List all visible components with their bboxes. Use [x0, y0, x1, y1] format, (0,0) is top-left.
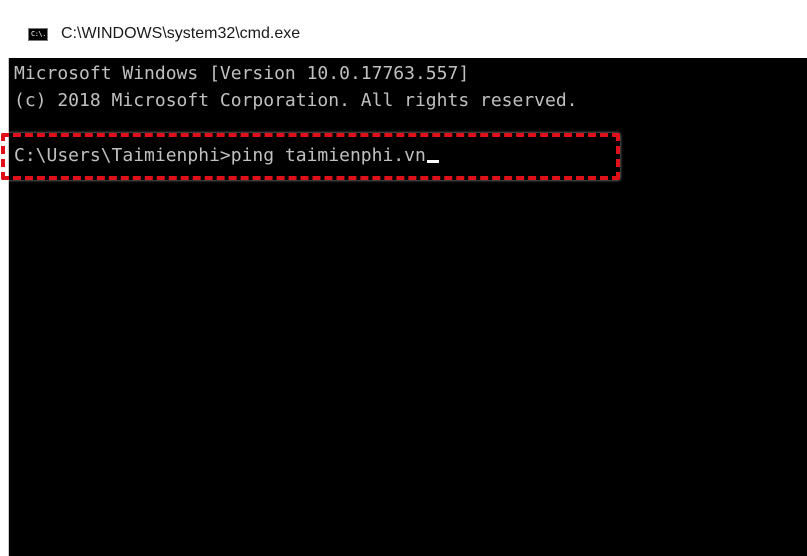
cmd-icon-label: C:\. [31, 30, 46, 38]
console-line-version: Microsoft Windows [Version 10.0.17763.55… [14, 63, 470, 84]
cmd-icon: C:\. [28, 28, 48, 41]
console-line-copyright: (c) 2018 Microsoft Corporation. All righ… [14, 90, 578, 111]
window-title: C:\WINDOWS\system32\cmd.exe [61, 25, 301, 42]
title-bar[interactable]: C:\. C:\WINDOWS\system32\cmd.exe [0, 0, 807, 58]
cmd-window: C:\. C:\WINDOWS\system32\cmd.exe Microso… [0, 0, 807, 556]
highlight-annotation-box [1, 133, 620, 180]
